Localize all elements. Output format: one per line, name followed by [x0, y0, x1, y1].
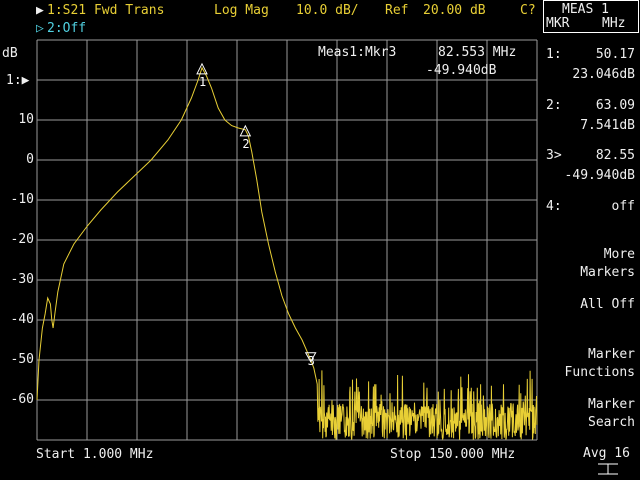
marker-tag: 1	[199, 75, 206, 89]
more-markers-line1: More	[603, 247, 635, 262]
meas-title: MEAS 1	[562, 2, 609, 17]
marker-3-value: -49.940dB	[564, 168, 635, 183]
start-frequency[interactable]: Start 1.000 MHz	[36, 447, 153, 462]
active-marker-value: -49.940dB	[426, 63, 497, 78]
marker-1-value: 23.046dB	[572, 67, 635, 82]
meas-sub-left: MKR	[546, 16, 570, 31]
marker-3-id: 3>	[546, 148, 562, 163]
y-tick-label: -20	[10, 232, 34, 247]
channel-2-label[interactable]: 2:Off	[47, 21, 86, 36]
channel-1-marker: ▶	[36, 3, 44, 18]
sweep-indicator-icon	[598, 463, 618, 475]
marker-tag: 3	[308, 354, 315, 368]
y-tick-label: -60	[10, 392, 34, 407]
meas-sub-right: MHz	[602, 16, 626, 31]
y-tick-label: -50	[10, 352, 34, 367]
y-unit-label: dB	[2, 46, 18, 61]
scale-label[interactable]: 10.0 dB/	[296, 3, 359, 18]
marker-search-button[interactable]: Marker Search	[588, 396, 635, 432]
ref-label: Ref	[385, 3, 409, 18]
active-marker-freq: 82.553 MHz	[438, 45, 517, 60]
ref-value[interactable]: 20.00 dB	[423, 3, 486, 18]
trace-plot: 1 2 3	[36, 39, 538, 441]
marker-3-freq[interactable]: 82.55	[590, 148, 635, 163]
y-tick-label: -40	[10, 312, 34, 327]
all-off-button[interactable]: All Off	[580, 296, 635, 314]
marker-1-freq[interactable]: 50.17	[590, 47, 635, 62]
marker-functions-line2: Functions	[564, 365, 635, 380]
marker-functions-line1: Marker	[588, 347, 635, 362]
y-tick-label: -10	[10, 192, 34, 207]
marker-functions-button[interactable]: Marker Functions	[565, 346, 635, 382]
reference-position-marker: 1:▶	[6, 73, 30, 88]
marker-1-id: 1:	[546, 47, 562, 62]
marker-search-line1: Marker	[588, 397, 635, 412]
more-markers-line2: Markers	[580, 265, 635, 280]
cal-status: C?	[520, 3, 536, 18]
marker-2-value: 7.541dB	[580, 118, 635, 133]
active-marker-title: Meas1:Mkr3	[318, 45, 397, 60]
y-tick-label: 10	[18, 112, 34, 127]
marker-4-freq[interactable]: off	[590, 199, 635, 214]
marker-tag: 2	[242, 137, 249, 151]
y-tick-label: 0	[26, 152, 34, 167]
channel-2-marker: ▷	[36, 21, 44, 36]
marker-2-freq[interactable]: 63.09	[590, 98, 635, 113]
stop-frequency[interactable]: Stop 150.000 MHz	[390, 447, 515, 462]
y-tick-label: -30	[10, 272, 34, 287]
more-markers-button[interactable]: More Markers	[580, 246, 635, 282]
all-off-label: All Off	[580, 297, 635, 312]
channel-1-label[interactable]: 1:S21 Fwd Trans	[47, 3, 164, 18]
marker-4-id: 4:	[546, 199, 562, 214]
marker-2-id: 2:	[546, 98, 562, 113]
marker-search-line2: Search	[588, 415, 635, 430]
format-label[interactable]: Log Mag	[214, 3, 269, 18]
averaging-status[interactable]: Avg 16	[583, 446, 630, 461]
